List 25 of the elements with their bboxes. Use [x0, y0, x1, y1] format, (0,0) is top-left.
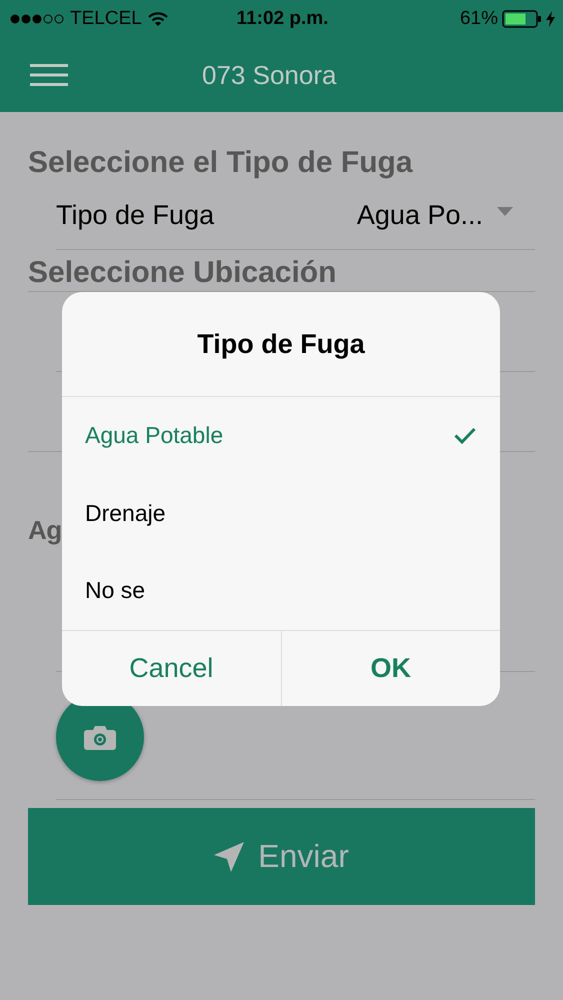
menu-icon[interactable]	[30, 64, 68, 86]
option-item[interactable]: Drenaje	[62, 474, 500, 552]
battery-icon	[502, 10, 542, 28]
caret-icon	[497, 206, 513, 216]
paper-plane-icon	[214, 842, 244, 872]
wifi-icon	[148, 12, 168, 26]
option-item[interactable]: No se	[62, 552, 500, 630]
battery-percent: 61%	[460, 8, 498, 30]
camera-icon	[84, 724, 116, 750]
option-item[interactable]: Agua Potable	[62, 397, 500, 475]
dialog-title: Tipo de Fuga	[62, 292, 500, 397]
picker-value: Agua Po...	[356, 200, 483, 230]
carrier-name: TELCEL	[70, 8, 142, 30]
section-heading: Seleccione el Tipo de Fuga	[28, 145, 414, 181]
checkmark-icon	[454, 427, 476, 444]
clock-time: 11:02 p.m.	[236, 8, 328, 30]
ok-button[interactable]: OK	[280, 631, 500, 706]
section-heading: Ag	[28, 514, 62, 547]
picker-label: Tipo de Fuga	[56, 200, 216, 230]
screen-title: 073 Sonora	[202, 60, 336, 90]
charging-icon	[546, 11, 555, 27]
leak-type-picker[interactable]: Tipo de Fuga Agua Po...	[56, 181, 535, 250]
send-button[interactable]: Enviar	[28, 808, 535, 905]
cancel-button[interactable]: Cancel	[62, 631, 280, 706]
signal-icon	[10, 14, 64, 24]
